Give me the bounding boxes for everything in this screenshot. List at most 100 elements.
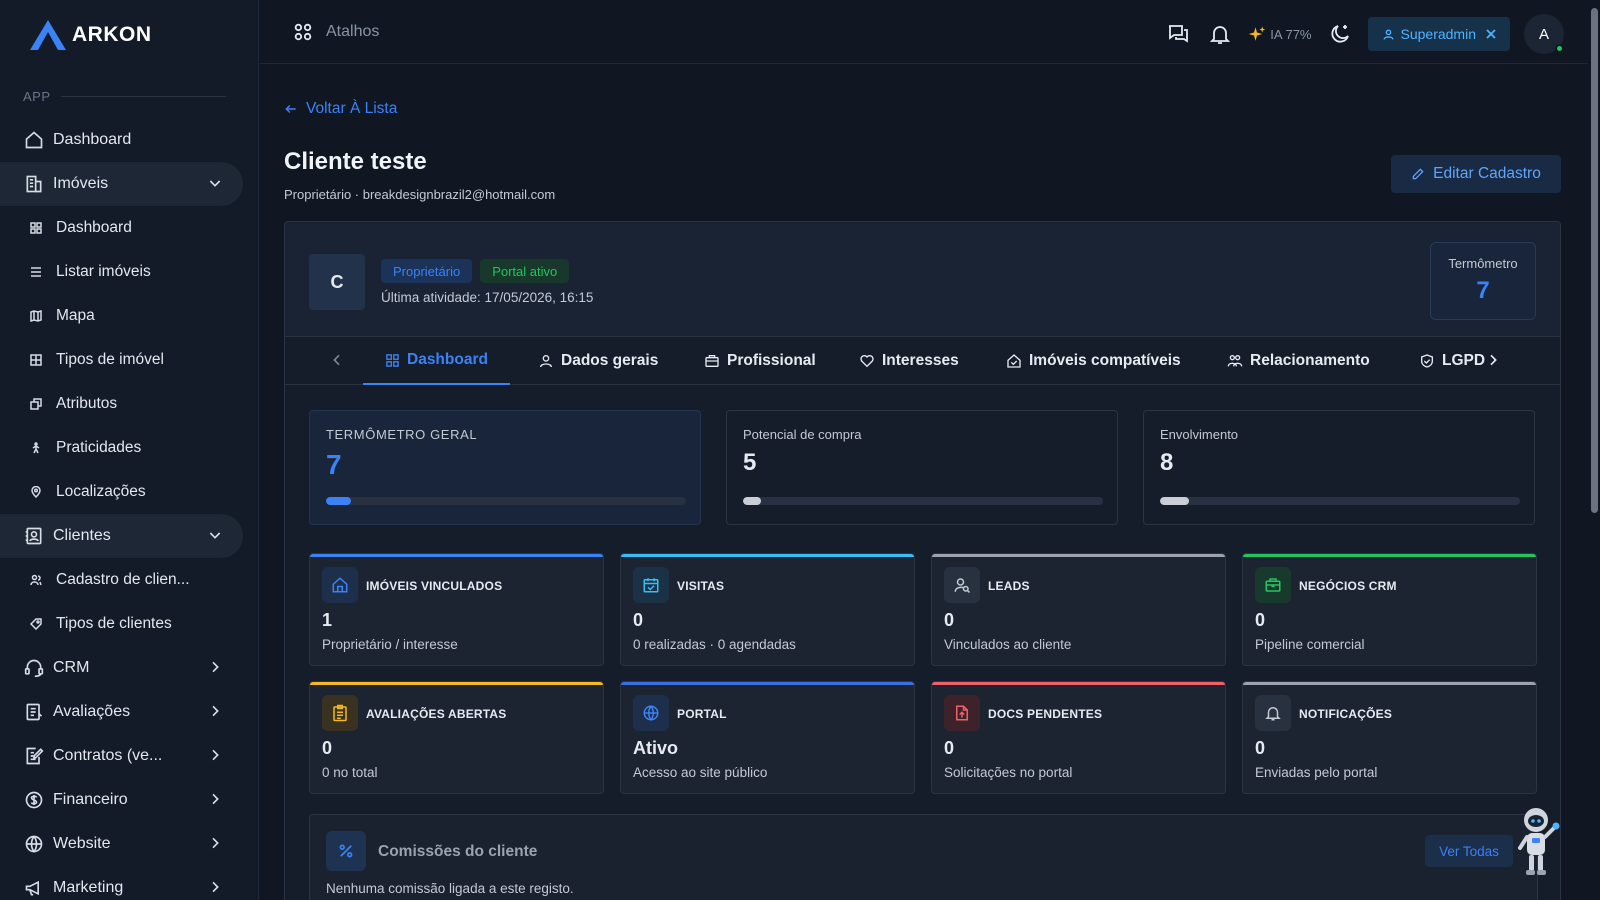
sidebar-item-clientes[interactable]: Clientes xyxy=(0,514,243,558)
brand-logo[interactable]: ARKON xyxy=(28,18,152,52)
stat-card-imoveis-vinculados[interactable]: IMÓVEIS VINCULADOS 1 Proprietário / inte… xyxy=(309,553,604,666)
client-avatar: C xyxy=(309,254,365,310)
tab-dashboard[interactable]: Dashboard xyxy=(363,337,510,385)
shield-icon xyxy=(1419,353,1435,369)
calendar-icon xyxy=(633,567,669,603)
stat-accent-line xyxy=(932,554,1225,557)
sidebar-item-crm[interactable]: CRM xyxy=(0,646,243,690)
building-icon xyxy=(24,174,44,194)
chevron-down-icon xyxy=(207,527,223,543)
grid-icon xyxy=(30,222,42,234)
tab-relacionamento[interactable]: Relacionamento xyxy=(1227,337,1370,385)
bell-icon[interactable] xyxy=(1206,20,1234,48)
chevron-down-icon xyxy=(207,175,223,191)
stat-subtitle: Proprietário / interesse xyxy=(322,637,458,652)
chevron-left-icon[interactable] xyxy=(329,352,345,368)
sidebar-item-tipos-imovel[interactable]: Tipos de imóvel xyxy=(0,338,243,382)
view-all-button[interactable]: Ver Todas xyxy=(1425,835,1513,867)
stat-value: 0 xyxy=(1255,738,1266,758)
metric-progress-fill xyxy=(326,497,352,505)
chat-icon[interactable] xyxy=(1164,20,1192,48)
stat-card-avaliacoes-abertas[interactable]: AVALIAÇÕES ABERTAS 0 0 no total xyxy=(309,681,604,794)
edit-profile-button[interactable]: Editar Cadastro xyxy=(1391,155,1561,193)
moon-icon[interactable] xyxy=(1326,20,1354,48)
clipboard-icon xyxy=(24,702,44,722)
avatar[interactable]: A xyxy=(1524,14,1564,54)
sidebar-item-website[interactable]: Website xyxy=(0,822,243,866)
shortcuts-button[interactable]: Atalhos xyxy=(292,21,379,43)
user-search-icon xyxy=(944,567,980,603)
stat-accent-line xyxy=(621,682,914,685)
sidebar-item-atributos[interactable]: Atributos xyxy=(0,382,243,426)
pin-icon xyxy=(30,486,42,498)
sidebar-item-imoveis-dashboard[interactable]: Dashboard xyxy=(0,206,243,250)
stat-card-leads[interactable]: LEADS 0 Vinculados ao cliente xyxy=(931,553,1226,666)
sidebar-item-tipos-clientes[interactable]: Tipos de clientes xyxy=(0,602,243,646)
home-icon xyxy=(24,130,44,150)
sidebar-item-contratos[interactable]: Contratos (ve... xyxy=(0,734,243,778)
stat-value: 0 xyxy=(944,610,955,630)
stat-subtitle: Enviadas pelo portal xyxy=(1255,765,1378,780)
stat-card-visitas[interactable]: VISITAS 0 0 realizadas · 0 agendadas xyxy=(620,553,915,666)
tab-interesses[interactable]: Interesses xyxy=(859,337,959,385)
sidebar-item-listar-imoveis[interactable]: Listar imóveis xyxy=(0,250,243,294)
headset-icon xyxy=(24,658,44,678)
tab-dados-gerais[interactable]: Dados gerais xyxy=(538,337,658,385)
users-icon xyxy=(30,574,42,586)
stat-card-docs-pendentes[interactable]: DOCS PENDENTES 0 Solicitações no portal xyxy=(931,681,1226,794)
sidebar-item-financeiro[interactable]: Financeiro xyxy=(0,778,243,822)
tab-imoveis-compativeis[interactable]: Imóveis compatíveis xyxy=(1006,337,1181,385)
list-icon xyxy=(30,266,42,278)
contacts-icon xyxy=(24,526,44,546)
sidebar-item-mapa[interactable]: Mapa xyxy=(0,294,243,338)
sidebar-item-praticidades[interactable]: Praticidades xyxy=(0,426,243,470)
sidebar-item-dashboard[interactable]: Dashboard xyxy=(0,118,243,162)
sidebar-item-cadastro-clientes[interactable]: Cadastro de clien... xyxy=(0,558,243,602)
assistant-robot-icon[interactable] xyxy=(1512,806,1564,878)
stat-subtitle: 0 no total xyxy=(322,765,378,780)
stat-accent-line xyxy=(1243,682,1536,685)
user-icon xyxy=(1382,28,1395,41)
chevron-right-icon[interactable] xyxy=(1485,352,1501,368)
metric-label: TERMÔMETRO GERAL xyxy=(326,427,478,442)
page-title: Cliente teste xyxy=(284,148,427,175)
arkon-logo-icon xyxy=(30,20,66,50)
sidebar-nav: Dashboard Imóveis Dashboard Listar imóve… xyxy=(0,118,258,900)
tab-profissional[interactable]: Profissional xyxy=(704,337,816,385)
metric-envolvimento: Envolvimento 8 xyxy=(1143,410,1535,525)
close-icon[interactable] xyxy=(1486,29,1496,39)
apps-icon xyxy=(292,21,314,43)
sparkles-icon xyxy=(1248,25,1266,43)
sidebar-item-avaliacoes[interactable]: Avaliações xyxy=(0,690,243,734)
map-icon xyxy=(30,310,42,322)
stat-card-notificacoes[interactable]: NOTIFICAÇÕES 0 Enviadas pelo portal xyxy=(1242,681,1537,794)
topbar-actions: IA 77% Superadmin A xyxy=(1164,14,1564,54)
globe-icon xyxy=(24,834,44,854)
stat-subtitle: Vinculados ao cliente xyxy=(944,637,1072,652)
back-to-list-link[interactable]: Voltar À Lista xyxy=(284,100,397,118)
sidebar-item-imoveis[interactable]: Imóveis xyxy=(0,162,243,206)
metric-progress-bar xyxy=(743,497,1103,505)
globe-icon xyxy=(633,695,669,731)
stat-value: 1 xyxy=(322,610,333,630)
role-badge[interactable]: Superadmin xyxy=(1367,17,1510,51)
briefcase-icon xyxy=(704,353,720,369)
client-header: C Proprietário Portal ativo Última ativi… xyxy=(285,222,1560,337)
stat-card-portal[interactable]: PORTAL Ativo Acesso ao site público xyxy=(620,681,915,794)
tab-bar: Dashboard Dados gerais Profissional Inte… xyxy=(285,337,1560,385)
stat-title: NOTIFICAÇÕES xyxy=(1299,707,1393,721)
metric-value: 8 xyxy=(1160,449,1174,476)
ia-usage-indicator[interactable]: IA 77% xyxy=(1248,25,1312,43)
tag-icon xyxy=(30,618,42,630)
stat-card-negocios-crm[interactable]: NEGÓCIOS CRM 0 Pipeline comercial xyxy=(1242,553,1537,666)
stat-title: IMÓVEIS VINCULADOS xyxy=(366,579,503,593)
stat-value: Ativo xyxy=(633,738,678,758)
tab-lgpd[interactable]: LGPD xyxy=(1419,337,1485,385)
table-icon xyxy=(30,354,42,366)
page-scrollbar[interactable] xyxy=(1588,0,1600,900)
contract-icon xyxy=(24,746,44,766)
scrollbar-thumb[interactable] xyxy=(1591,8,1598,513)
thermometer-label: Termômetro xyxy=(1448,256,1518,271)
sidebar-item-marketing[interactable]: Marketing xyxy=(0,866,243,900)
sidebar-item-localizacoes[interactable]: Localizações xyxy=(0,470,243,514)
